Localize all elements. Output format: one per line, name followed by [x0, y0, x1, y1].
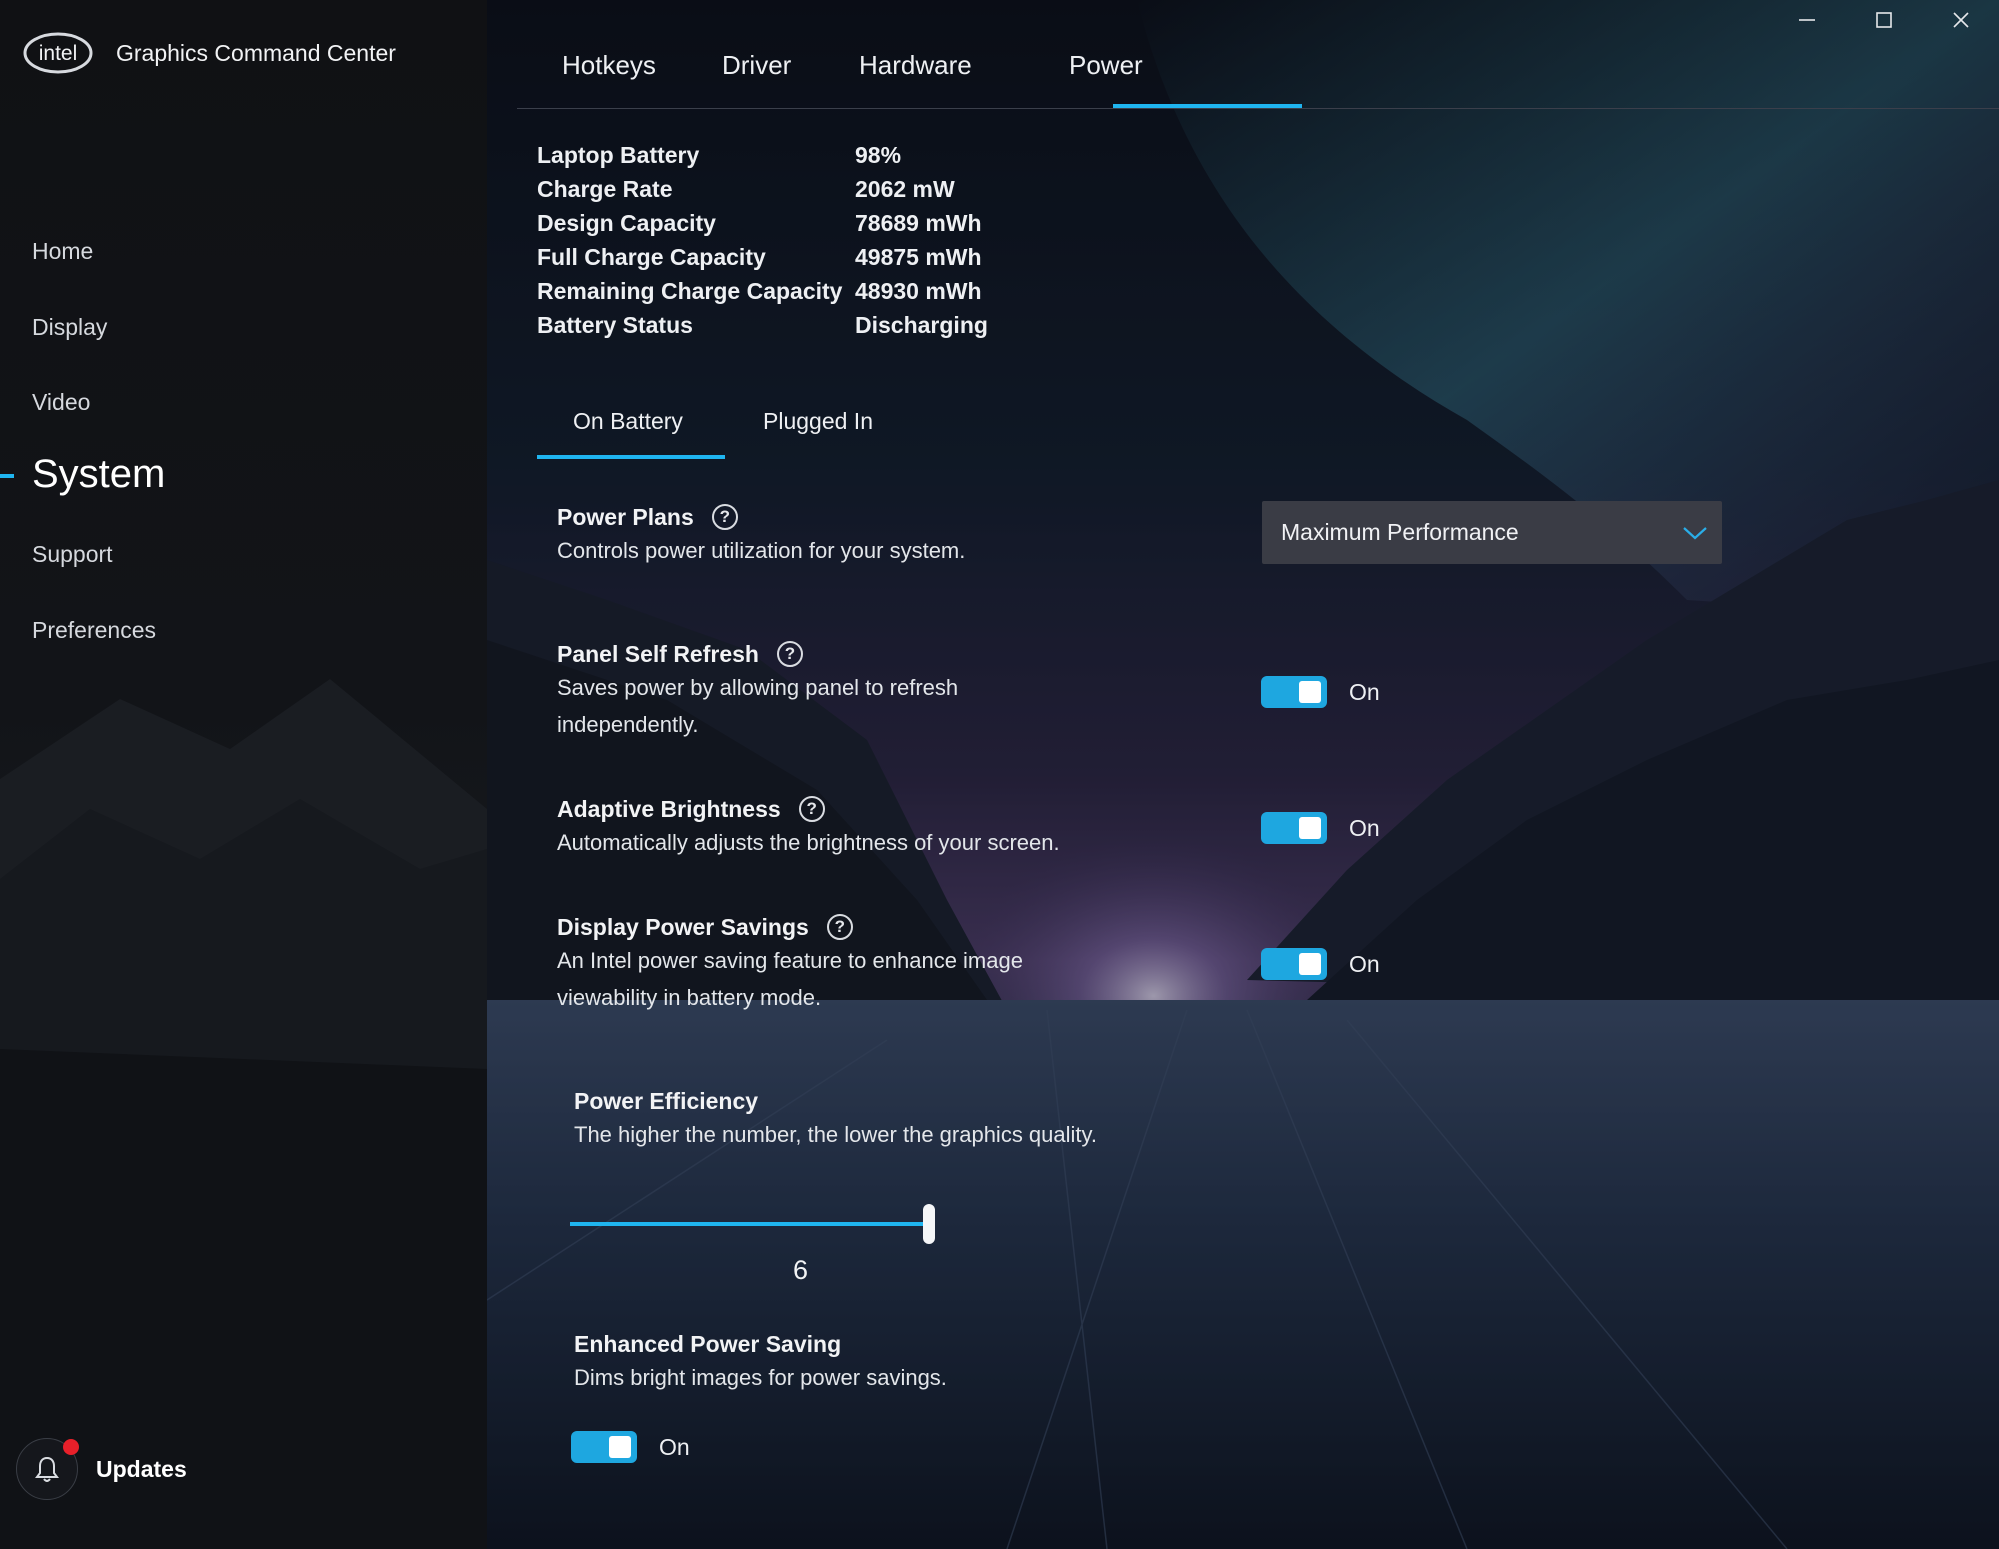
sidebar-item-preferences[interactable]: Preferences	[32, 617, 156, 644]
setting-description: The higher the number, the lower the gra…	[574, 1122, 1098, 1147]
sidebar-item-video[interactable]: Video	[32, 389, 90, 416]
setting-title: Power Efficiency	[574, 1087, 759, 1114]
toggle-state-label: On	[659, 1433, 690, 1460]
stat-row: Laptop Battery 98%	[537, 142, 988, 176]
active-tab-indicator	[1113, 104, 1302, 108]
updates-button[interactable]: Updates	[16, 1438, 187, 1500]
stat-value: 49875 mWh	[855, 244, 982, 270]
stat-label: Full Charge Capacity	[537, 244, 766, 270]
bell-icon	[16, 1438, 79, 1500]
stat-row: Full Charge Capacity 49875 mWh	[537, 244, 988, 278]
stat-row: Remaining Charge Capacity 48930 mWh	[537, 278, 988, 312]
sidebar-active-marker	[0, 474, 14, 478]
chevron-down-icon	[1683, 526, 1707, 539]
setting-description: Automatically adjusts the brightness of …	[557, 830, 1060, 855]
toggle-switch	[571, 1431, 637, 1463]
setting-panel-self-refresh: Panel Self Refresh ? Saves power by allo…	[557, 639, 1037, 743]
setting-adaptive-brightness: Adaptive Brightness ? Automatically adju…	[557, 794, 1177, 861]
setting-title-text: Display Power Savings	[557, 913, 809, 940]
active-subtab-indicator	[537, 455, 725, 459]
help-icon[interactable]: ?	[711, 504, 738, 530]
tab-driver[interactable]: Driver	[722, 50, 791, 81]
power-efficiency-slider[interactable]	[570, 1200, 1030, 1250]
setting-description: Saves power by allowing panel to refresh…	[557, 675, 959, 737]
setting-description: Controls power utilization for your syst…	[557, 538, 966, 563]
sidebar: intel Graphics Command Center Home Displ…	[0, 0, 487, 1549]
sidebar-background	[0, 679, 487, 1549]
tab-power[interactable]: Power	[1069, 50, 1143, 81]
subtab-on-battery[interactable]: On Battery	[573, 408, 683, 435]
stat-row: Battery Status Discharging	[537, 312, 988, 346]
main-panel: Hotkeys Driver Hardware Power Laptop Bat…	[487, 0, 1999, 1549]
toggle-knob	[1299, 681, 1321, 703]
toggle-state-label: On	[1349, 678, 1380, 705]
toggle-switch	[1261, 812, 1327, 844]
slider-track	[570, 1222, 929, 1226]
setting-title-text: Adaptive Brightness	[557, 795, 781, 822]
display-power-savings-toggle[interactable]: On	[1261, 948, 1380, 980]
stat-row: Charge Rate 2062 mW	[537, 176, 988, 210]
toggle-knob	[609, 1436, 631, 1458]
panel-self-refresh-toggle[interactable]: On	[1261, 676, 1380, 708]
toggle-state-label: On	[1349, 814, 1380, 841]
stat-value: 2062 mW	[855, 176, 955, 202]
help-icon[interactable]: ?	[798, 796, 825, 822]
sidebar-item-support[interactable]: Support	[32, 541, 113, 568]
notification-badge	[63, 1439, 79, 1455]
slider-value: 6	[793, 1255, 809, 1285]
tab-hotkeys[interactable]: Hotkeys	[562, 50, 656, 81]
dropdown-value: Maximum Performance	[1281, 519, 1519, 545]
power-source-tabs: On Battery Plugged In	[537, 400, 1297, 460]
toggle-state-label: On	[1349, 950, 1380, 977]
enhanced-power-saving-toggle[interactable]: On	[571, 1431, 690, 1463]
stat-label: Laptop Battery	[537, 142, 700, 168]
help-icon[interactable]: ?	[826, 914, 853, 940]
stat-value: 98%	[855, 142, 902, 168]
setting-title-text: Panel Self Refresh	[557, 640, 759, 667]
toggle-knob	[1299, 953, 1321, 975]
tab-hardware[interactable]: Hardware	[859, 50, 972, 81]
battery-info: Laptop Battery 98% Charge Rate 2062 mW D…	[537, 142, 988, 346]
setting-title: Display Power Savings ?	[557, 912, 1087, 942]
setting-title: Enhanced Power Saving	[574, 1330, 842, 1357]
setting-description: Dims bright images for power savings.	[574, 1365, 947, 1390]
stat-value: Discharging	[855, 312, 988, 338]
svg-text:intel: intel	[39, 42, 78, 65]
stat-label: Remaining Charge Capacity	[537, 278, 843, 304]
setting-enhanced-power-saving: Enhanced Power Saving Dims bright images…	[574, 1329, 1194, 1396]
updates-label: Updates	[96, 1455, 187, 1482]
setting-description: An Intel power saving feature to enhance…	[557, 948, 1023, 1010]
setting-title: Panel Self Refresh ?	[557, 639, 1037, 669]
setting-power-plans: Power Plans ? Controls power utilization…	[557, 502, 1077, 569]
setting-title-text: Power Plans	[557, 503, 694, 530]
power-plan-dropdown[interactable]: Maximum Performance	[1262, 501, 1722, 564]
stat-label: Charge Rate	[537, 176, 673, 202]
setting-title: Power Plans ?	[557, 502, 1077, 532]
sidebar-item-display[interactable]: Display	[32, 314, 107, 341]
setting-title: Adaptive Brightness ?	[557, 794, 1177, 824]
stat-value: 48930 mWh	[855, 278, 982, 304]
stat-row: Design Capacity 78689 mWh	[537, 210, 988, 244]
intel-logo: intel	[22, 28, 94, 78]
sidebar-item-home[interactable]: Home	[32, 238, 93, 265]
subtab-plugged-in[interactable]: Plugged In	[763, 408, 873, 435]
adaptive-brightness-toggle[interactable]: On	[1261, 812, 1380, 844]
setting-power-efficiency: Power Efficiency The higher the number, …	[574, 1086, 1194, 1153]
top-tabs: Hotkeys Driver Hardware Power	[517, 0, 1999, 109]
sidebar-item-system[interactable]: System	[32, 452, 165, 497]
toggle-switch	[1261, 948, 1327, 980]
toggle-knob	[1299, 817, 1321, 839]
help-icon[interactable]: ?	[776, 641, 803, 667]
stat-label: Battery Status	[537, 312, 693, 338]
slider-thumb[interactable]	[923, 1204, 935, 1244]
app-title: Graphics Command Center	[116, 40, 396, 66]
setting-display-power-savings: Display Power Savings ? An Intel power s…	[557, 912, 1087, 1016]
toggle-switch	[1261, 676, 1327, 708]
stat-label: Design Capacity	[537, 210, 716, 236]
stat-value: 78689 mWh	[855, 210, 982, 236]
